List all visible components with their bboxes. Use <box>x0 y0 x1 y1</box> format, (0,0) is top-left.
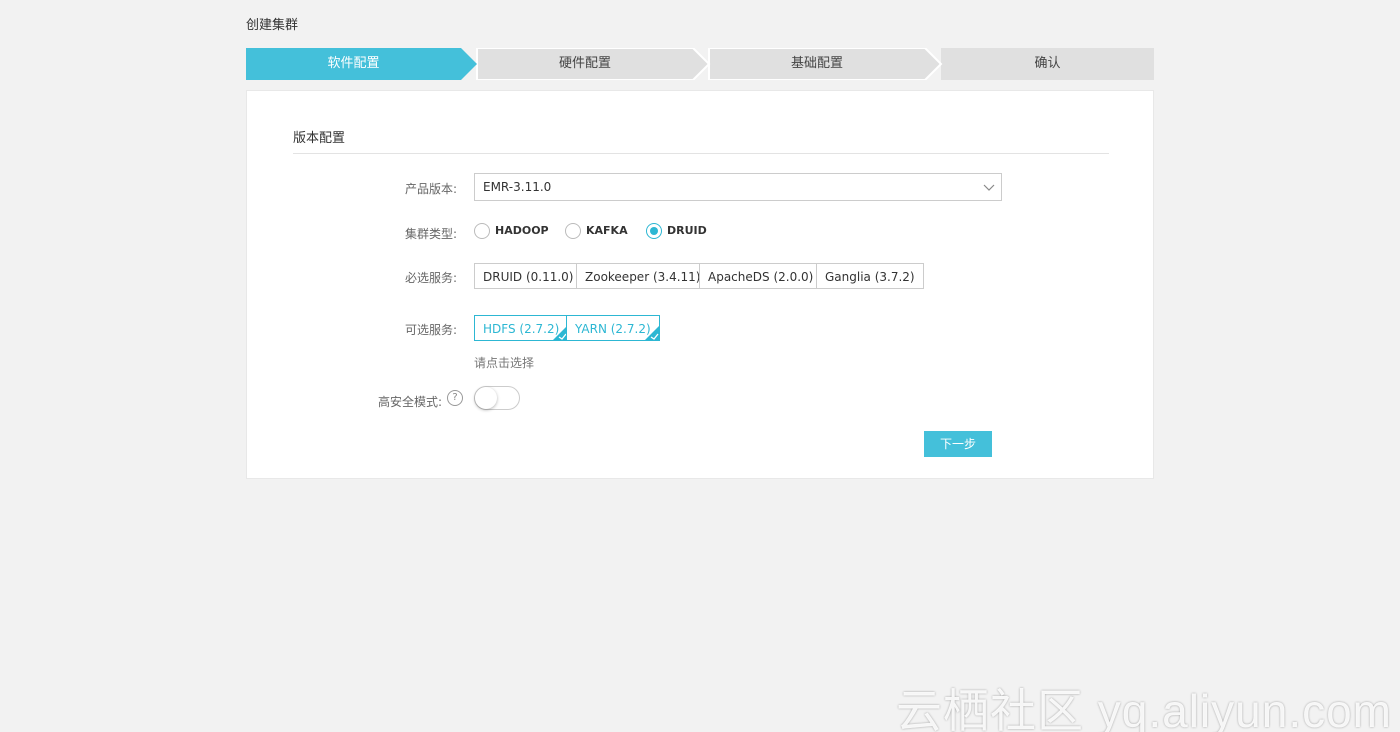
toggle-knob <box>475 387 497 409</box>
required-service-tag: DRUID (0.11.0) <box>474 263 583 289</box>
radio-label: KAFKA <box>586 224 628 237</box>
optional-services-label: 可选服务: <box>404 323 457 337</box>
step-software-config[interactable]: 软件配置 <box>246 48 461 80</box>
radio-circle <box>474 223 490 239</box>
radio-kafka[interactable]: KAFKA <box>565 222 628 240</box>
high-security-toggle[interactable] <box>474 386 520 410</box>
radio-circle <box>565 223 581 239</box>
section-divider <box>293 153 1109 154</box>
radio-label: HADOOP <box>495 224 549 237</box>
product-version-value: EMR-3.11.0 <box>483 180 552 194</box>
product-version-select[interactable]: EMR-3.11.0 <box>474 173 1002 201</box>
product-version-label: 产品版本: <box>404 182 457 196</box>
radio-hadoop[interactable]: HADOOP <box>474 222 549 240</box>
radio-druid[interactable]: DRUID <box>646 222 707 240</box>
optional-service-hdfs[interactable]: HDFS (2.7.2) <box>474 315 569 341</box>
section-title: 版本配置 <box>293 131 346 146</box>
cluster-type-label: 集群类型: <box>404 227 457 241</box>
required-service-tag: ApacheDS (2.0.0) <box>699 263 823 289</box>
optional-service-yarn[interactable]: YARN (2.7.2) <box>566 315 660 341</box>
step-hardware-config[interactable]: 硬件配置 <box>477 48 693 80</box>
step-basic-config[interactable]: 基础配置 <box>709 48 925 80</box>
chevron-down-icon <box>983 184 995 191</box>
required-service-tag: Zookeeper (3.4.11) <box>576 263 710 289</box>
help-icon[interactable]: ? <box>447 390 463 406</box>
required-services-label: 必选服务: <box>404 271 457 285</box>
steps-bar: 软件配置 硬件配置 基础配置 确认 <box>246 48 1154 80</box>
radio-label: DRUID <box>667 224 707 237</box>
page: 创建集群 软件配置 硬件配置 基础配置 确认 版本配置 产品版本: EMR-3.… <box>0 0 1400 732</box>
check-corner-icon <box>644 325 659 340</box>
optional-service-label: HDFS (2.7.2) <box>483 322 560 336</box>
page-title: 创建集群 <box>246 18 299 33</box>
radio-circle-checked <box>646 223 662 239</box>
step-confirm[interactable]: 确认 <box>941 48 1154 80</box>
optional-services-hint[interactable]: 请点击选择 <box>474 354 534 371</box>
required-service-tag: Ganglia (3.7.2) <box>816 263 924 289</box>
next-button[interactable]: 下一步 <box>924 431 992 457</box>
config-panel: 版本配置 产品版本: EMR-3.11.0 集群类型: HADOOP KAFKA… <box>246 90 1154 479</box>
high-security-label: 高安全模式: <box>377 395 442 409</box>
optional-service-label: YARN (2.7.2) <box>575 322 651 336</box>
watermark: 云栖社区 yq.aliyun.com <box>895 685 1392 732</box>
